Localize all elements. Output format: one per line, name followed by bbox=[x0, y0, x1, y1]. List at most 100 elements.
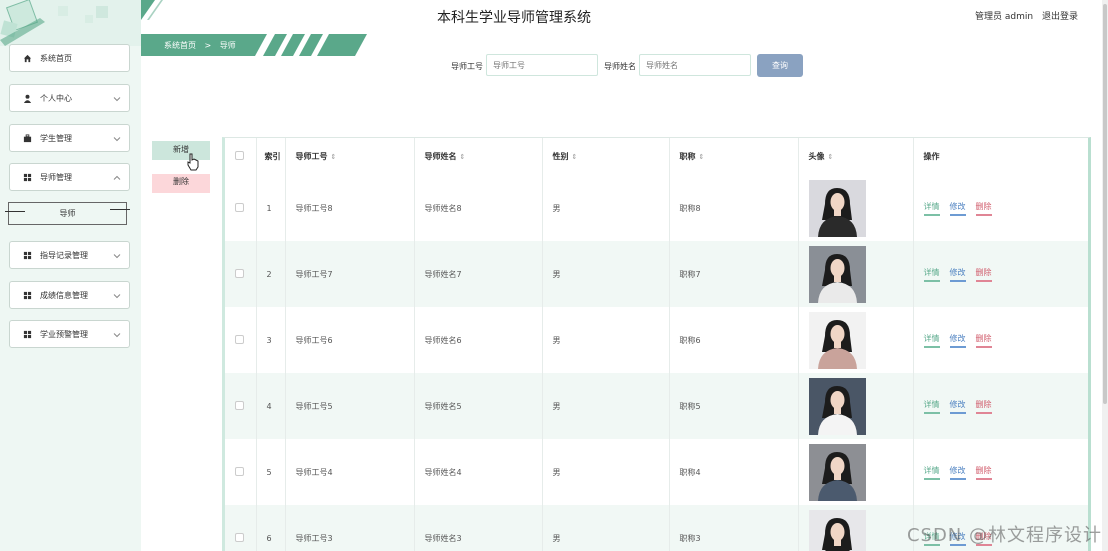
row-title: 职称7 bbox=[669, 241, 799, 307]
tutor-name-input[interactable] bbox=[639, 54, 751, 76]
row-gender: 男 bbox=[542, 241, 670, 307]
scrollbar-thumb[interactable] bbox=[1103, 4, 1107, 404]
avatar bbox=[808, 509, 866, 551]
header-index: 索引 bbox=[256, 138, 286, 175]
page-scrollbar[interactable] bbox=[1102, 0, 1108, 551]
sidebar-item-grades[interactable]: 成绩信息管理 bbox=[9, 281, 130, 309]
edit-link[interactable]: 修改 bbox=[949, 201, 966, 216]
breadcrumb-home[interactable]: 系统首页 bbox=[164, 41, 196, 50]
select-all-checkbox[interactable] bbox=[235, 151, 244, 160]
detail-link[interactable]: 详情 bbox=[923, 201, 940, 216]
row-index: 3 bbox=[256, 307, 286, 373]
add-button[interactable]: 新增 bbox=[152, 141, 210, 160]
row-checkbox[interactable] bbox=[235, 334, 244, 344]
delete-link[interactable]: 删除 bbox=[975, 267, 992, 282]
sidebar-item-label: 指导记录管理 bbox=[40, 250, 88, 260]
row-checkbox-cell[interactable] bbox=[225, 439, 257, 505]
user-info: 管理员 admin 退出登录 bbox=[969, 9, 1078, 22]
row-checkbox[interactable] bbox=[235, 400, 244, 410]
delete-link[interactable]: 删除 bbox=[975, 333, 992, 348]
avatar bbox=[808, 245, 866, 303]
sidebar-item-guidance-records[interactable]: 指导记录管理 bbox=[9, 241, 130, 269]
sidebar-item-student-management[interactable]: 学生管理 bbox=[9, 124, 130, 152]
row-checkbox-cell[interactable] bbox=[225, 505, 257, 551]
detail-link[interactable]: 详情 bbox=[923, 267, 940, 282]
sidebar-item-home[interactable]: 系统首页 bbox=[9, 44, 130, 72]
delete-link[interactable]: 删除 bbox=[975, 201, 992, 216]
tutor-id-label: 导师工号 bbox=[451, 62, 483, 71]
search-button[interactable]: 查询 bbox=[757, 54, 803, 77]
row-operations: 详情 修改 删除 bbox=[913, 307, 1088, 373]
tutor-name-label: 导师姓名 bbox=[604, 62, 636, 71]
header-title[interactable]: 职称 ⇕ bbox=[669, 138, 799, 175]
delete-link[interactable]: 删除 bbox=[975, 399, 992, 414]
breadcrumb: 系统首页 > 导师 bbox=[164, 40, 242, 51]
edit-link[interactable]: 修改 bbox=[949, 267, 966, 282]
row-title: 职称8 bbox=[669, 175, 799, 241]
table-row: 4 导师工号5 导师姓名5 男职称5 详情 修改 删除 bbox=[225, 373, 1088, 439]
header-checkbox[interactable] bbox=[225, 138, 257, 175]
row-checkbox[interactable] bbox=[235, 202, 244, 212]
header-avatar[interactable]: 头像 ⇕ bbox=[798, 138, 914, 175]
row-checkbox[interactable] bbox=[235, 466, 244, 476]
edit-link[interactable]: 修改 bbox=[949, 333, 966, 348]
logout-link[interactable]: 退出登录 bbox=[1042, 12, 1078, 22]
chevron-down-icon bbox=[113, 333, 121, 338]
briefcase-icon bbox=[22, 133, 32, 143]
row-checkbox[interactable] bbox=[235, 268, 244, 278]
header-gender[interactable]: 性别 ⇕ bbox=[542, 138, 670, 175]
row-checkbox-cell[interactable] bbox=[225, 241, 257, 307]
sort-icon[interactable]: ⇕ bbox=[828, 153, 834, 161]
row-tutor-id: 导师工号3 bbox=[285, 505, 415, 551]
row-checkbox-cell[interactable] bbox=[225, 373, 257, 439]
row-gender: 男 bbox=[542, 505, 670, 551]
hand-cursor-icon bbox=[187, 153, 199, 171]
chevron-down-icon bbox=[113, 97, 121, 102]
delete-link[interactable]: 删除 bbox=[975, 465, 992, 480]
sidebar: 系统首页 个人中心 学生管理 导师管理 导师 指导记录管理 成绩信息管理 学业预… bbox=[0, 0, 141, 551]
sidebar-item-personal-center[interactable]: 个人中心 bbox=[9, 84, 130, 112]
sidebar-subitem-tutor[interactable]: 导师 bbox=[5, 202, 130, 225]
breadcrumb-current: 导师 bbox=[219, 41, 236, 50]
header-tutor-name[interactable]: 导师姓名 ⇕ bbox=[414, 138, 543, 175]
home-icon bbox=[22, 53, 32, 63]
row-avatar-cell bbox=[798, 505, 914, 551]
grid-icon bbox=[22, 250, 32, 260]
sidebar-item-academic-warning[interactable]: 学业预警管理 bbox=[9, 320, 130, 348]
sidebar-item-label: 个人中心 bbox=[40, 93, 72, 103]
sort-icon[interactable]: ⇕ bbox=[572, 153, 578, 161]
row-operations: 详情 修改 删除 bbox=[913, 373, 1088, 439]
sort-icon[interactable]: ⇕ bbox=[460, 153, 466, 161]
sort-icon[interactable]: ⇕ bbox=[331, 153, 337, 161]
row-tutor-id: 导师工号4 bbox=[285, 439, 415, 505]
avatar bbox=[808, 377, 866, 435]
row-checkbox-cell[interactable] bbox=[225, 175, 257, 241]
sort-icon[interactable]: ⇕ bbox=[699, 153, 705, 161]
sidebar-item-tutor-management[interactable]: 导师管理 bbox=[9, 163, 130, 191]
row-avatar-cell bbox=[798, 241, 914, 307]
row-title: 职称4 bbox=[669, 439, 799, 505]
app-title: 本科生学业导师管理系统 bbox=[437, 10, 591, 26]
row-avatar-cell bbox=[798, 307, 914, 373]
edit-link[interactable]: 修改 bbox=[949, 465, 966, 480]
detail-link[interactable]: 详情 bbox=[923, 333, 940, 348]
table-row: 3 导师工号6 导师姓名6 男职称6 详情 修改 删除 bbox=[225, 307, 1088, 373]
sidebar-item-label: 学生管理 bbox=[40, 133, 72, 143]
row-checkbox-cell[interactable] bbox=[225, 307, 257, 373]
table-row: 1 导师工号8 导师姓名8 男职称8 详情 修改 删除 bbox=[225, 175, 1088, 241]
delete-button[interactable]: 删除 bbox=[152, 174, 210, 193]
row-tutor-id: 导师工号7 bbox=[285, 241, 415, 307]
row-index: 1 bbox=[256, 175, 286, 241]
header-tutor-id[interactable]: 导师工号 ⇕ bbox=[285, 138, 415, 175]
edit-link[interactable]: 修改 bbox=[949, 399, 966, 414]
row-checkbox[interactable] bbox=[235, 532, 244, 542]
grid-icon bbox=[22, 172, 32, 182]
table-row: 2 导师工号7 导师姓名7 男职称7 详情 修改 删除 bbox=[225, 241, 1088, 307]
tutor-id-input[interactable] bbox=[486, 54, 598, 76]
row-tutor-name: 导师姓名7 bbox=[414, 241, 543, 307]
grid-icon bbox=[22, 329, 32, 339]
row-tutor-id: 导师工号8 bbox=[285, 175, 415, 241]
detail-link[interactable]: 详情 bbox=[923, 465, 940, 480]
header-decoration bbox=[141, 0, 163, 20]
detail-link[interactable]: 详情 bbox=[923, 399, 940, 414]
